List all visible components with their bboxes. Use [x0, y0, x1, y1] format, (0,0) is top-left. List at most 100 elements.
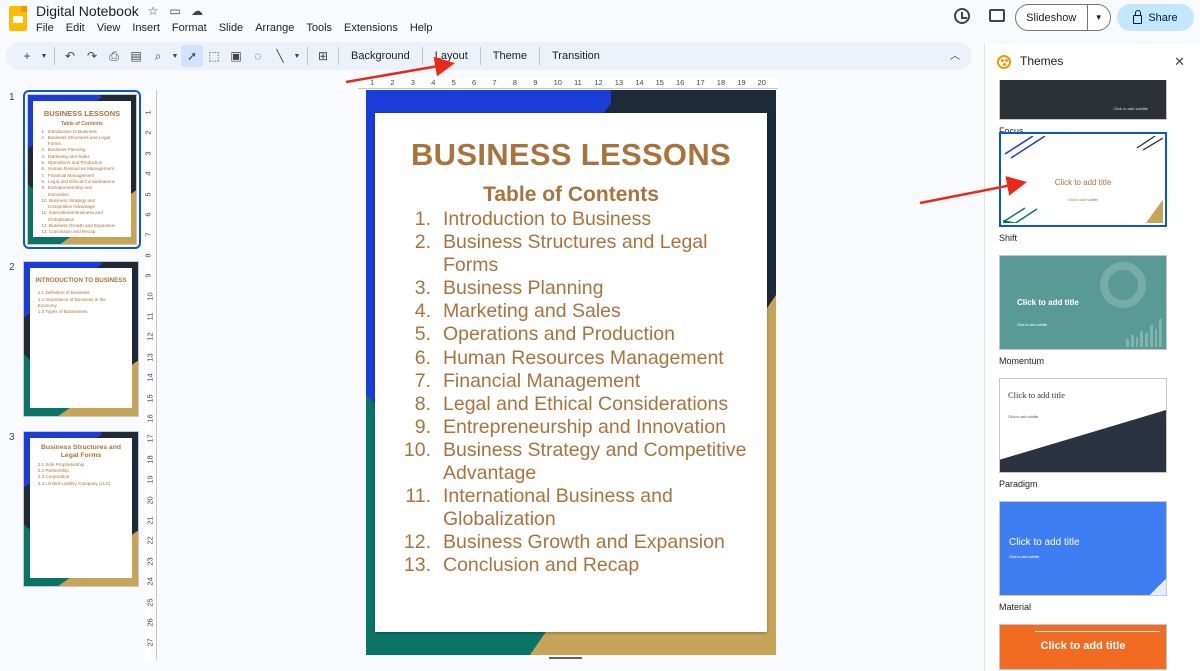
- toc-item-text: Business Growth and Expansion: [443, 531, 725, 554]
- redo-icon[interactable]: ↷: [81, 45, 103, 67]
- slides-logo-icon[interactable]: [9, 6, 27, 31]
- star-icon[interactable]: ☆: [146, 4, 160, 18]
- theme-sample-subtitle: Click to add subtitle: [1008, 415, 1039, 419]
- theme-button[interactable]: Theme: [485, 50, 535, 62]
- ruler-tick: 18: [145, 455, 155, 464]
- toc-item[interactable]: 10. Business Strategy and Competitive Adv…: [402, 439, 762, 485]
- thumb-list: 2.1 Sole Proprietorship 2.2 Partnership 2.…: [38, 462, 133, 487]
- theme-orange[interactable]: Click to add title: [999, 624, 1167, 670]
- menu-insert[interactable]: Insert: [132, 22, 160, 34]
- folder-icon[interactable]: ▭: [168, 4, 182, 18]
- theme-thumbnail[interactable]: Click to add title Click to add subtitle: [999, 501, 1167, 596]
- slide-thumbnail-1[interactable]: BUSINESS LESSONS Table of Contents 1. In…: [23, 90, 141, 249]
- ruler-tick: 5: [451, 78, 456, 87]
- toc-item-text: Introduction to Business: [443, 208, 652, 230]
- comment-icon[interactable]: [989, 9, 1005, 22]
- toc-item[interactable]: 2. Business Structures and Legal Forms: [402, 231, 762, 277]
- slideshow-button[interactable]: Slideshow ▼: [1015, 4, 1111, 31]
- slide-title[interactable]: BUSINESS LESSONS: [375, 137, 767, 173]
- vertical-ruler[interactable]: 1 2 3 4 5 6 7 8 9 10 11 12 13 14 15 16 17 18 19 20 21 22 23 24 2…: [143, 90, 157, 660]
- ruler-tick: 3: [410, 78, 415, 87]
- toc-item-number: 13.: [403, 554, 431, 577]
- divider: [479, 47, 481, 65]
- select-cursor-icon[interactable]: ➚: [181, 45, 203, 67]
- menu-edit[interactable]: Edit: [66, 22, 85, 34]
- toc-item[interactable]: 13. Conclusion and Recap: [402, 554, 762, 577]
- ruler-tick: 4: [143, 171, 153, 176]
- document-title[interactable]: Digital Notebook: [36, 3, 139, 19]
- thumb-title: BUSINESS LESSONS: [43, 108, 121, 118]
- toc-item-number: 6.: [414, 346, 431, 369]
- theme-thumbnail[interactable]: Click to add title Click to add subtitle: [999, 378, 1167, 473]
- menu-tools[interactable]: Tools: [306, 22, 332, 34]
- toc-item[interactable]: 7. Financial Management: [402, 370, 762, 393]
- cloud-icon[interactable]: ☁: [190, 4, 204, 18]
- print-icon[interactable]: ⎙: [103, 45, 125, 67]
- slide-thumbnail-3[interactable]: Business Structures and Legal Forms 2.1 …: [23, 431, 139, 587]
- paint-format-icon[interactable]: ▤: [125, 45, 147, 67]
- theme-thumbnail[interactable]: Click to add title: [999, 624, 1167, 670]
- share-button[interactable]: Share: [1117, 4, 1194, 31]
- ruler-tick: 6: [472, 78, 477, 87]
- menu-slide[interactable]: Slide: [219, 22, 243, 34]
- history-icon[interactable]: [954, 8, 970, 24]
- ruler-tick: 10: [553, 78, 562, 87]
- menu-file[interactable]: File: [36, 22, 54, 34]
- chevron-down-icon[interactable]: ▼: [291, 45, 303, 67]
- menu-arrange[interactable]: Arrange: [255, 22, 294, 34]
- menu-format[interactable]: Format: [172, 22, 207, 34]
- theme-shift[interactable]: Click to add title Click to add subtitle…: [999, 132, 1167, 243]
- toc-item[interactable]: 4. Marketing and Sales: [402, 300, 762, 323]
- transition-button[interactable]: Transition: [544, 50, 608, 62]
- theme-paradigm[interactable]: Click to add title Click to add subtitle…: [999, 378, 1167, 489]
- scroll-indicator[interactable]: [549, 657, 582, 659]
- zoom-icon[interactable]: ⌕: [147, 45, 169, 67]
- menu-help[interactable]: Help: [410, 22, 433, 34]
- text-box-icon[interactable]: ⬚: [203, 45, 225, 67]
- toc-item[interactable]: 9. Entrepreneurship and Innovation: [402, 416, 762, 439]
- toc-item[interactable]: 6. Human Resources Management: [402, 347, 762, 370]
- slide-canvas[interactable]: BUSINESS LESSONS Table of Contents 1. Int…: [366, 90, 776, 655]
- close-icon[interactable]: ✕: [1174, 54, 1185, 70]
- toc-item[interactable]: 1. Introduction to Business: [402, 208, 762, 231]
- new-slide-icon[interactable]: +: [16, 45, 38, 67]
- toc-item[interactable]: 3. Business Planning: [402, 277, 762, 300]
- theme-sample-title: Click to add title: [1017, 298, 1079, 307]
- toc-item[interactable]: 8. Legal and Ethical Considerations: [402, 393, 762, 416]
- menu-view[interactable]: View: [97, 22, 121, 34]
- chevron-down-icon[interactable]: ▼: [38, 45, 50, 67]
- lock-icon: [1133, 9, 1143, 24]
- undo-icon[interactable]: ↶: [59, 45, 81, 67]
- toc-item[interactable]: 12. Business Growth and Expansion: [402, 531, 762, 554]
- toc-item-text: International Business and Globalization: [443, 485, 673, 531]
- shape-icon[interactable]: ◌: [247, 45, 269, 67]
- theme-thumbnail[interactable]: Click to add title Click to add subtitle: [999, 132, 1167, 227]
- theme-sample-title: Click to add title: [1054, 178, 1112, 187]
- chevron-down-icon[interactable]: ▼: [1087, 13, 1110, 22]
- ruler-tick: 8: [143, 253, 153, 258]
- chevron-down-icon[interactable]: ▼: [169, 45, 181, 67]
- table-of-contents-list[interactable]: 1. Introduction to Business 2. Business Str…: [402, 208, 762, 578]
- slide-subtitle[interactable]: Table of Contents: [375, 183, 767, 207]
- background-button[interactable]: Background: [343, 50, 418, 62]
- menu-extensions[interactable]: Extensions: [344, 22, 398, 34]
- theme-sample-subtitle: Click to add subtitle: [1067, 198, 1099, 202]
- slideshow-label[interactable]: Slideshow: [1016, 12, 1087, 24]
- layout-button[interactable]: Layout: [427, 50, 476, 62]
- toc-item-number: 3.: [414, 277, 431, 300]
- slide-thumbnail-2[interactable]: INTRODUCTION TO BUSINESS 1.1 Definition …: [23, 261, 139, 417]
- toc-item[interactable]: 11. International Business and Globalizat…: [402, 485, 762, 531]
- theme-material[interactable]: Click to add title Click to add subtitle…: [999, 501, 1167, 612]
- add-comment-icon[interactable]: ⊞: [312, 45, 334, 67]
- slide-content-card[interactable]: BUSINESS LESSONS Table of Contents 1. Int…: [375, 113, 767, 632]
- ruler-tick: 9: [143, 273, 153, 278]
- theme-thumbnail[interactable]: Click to add title Click to add subtitle: [999, 255, 1167, 350]
- ruler-tick: 16: [676, 78, 685, 87]
- chevron-up-icon[interactable]: ︿: [950, 47, 960, 62]
- toc-item[interactable]: 5. Operations and Production: [402, 323, 762, 346]
- theme-momentum[interactable]: Click to add title Click to add subtitle…: [999, 255, 1167, 366]
- image-icon[interactable]: ▣: [225, 45, 247, 67]
- line-icon[interactable]: ╲: [269, 45, 291, 67]
- ruler-tick: 9: [533, 78, 538, 87]
- horizontal-ruler[interactable]: 1 2 3 4 5 6 7 8 9 10 11 12 13 14 15 16 17 18 19 20: [358, 78, 778, 89]
